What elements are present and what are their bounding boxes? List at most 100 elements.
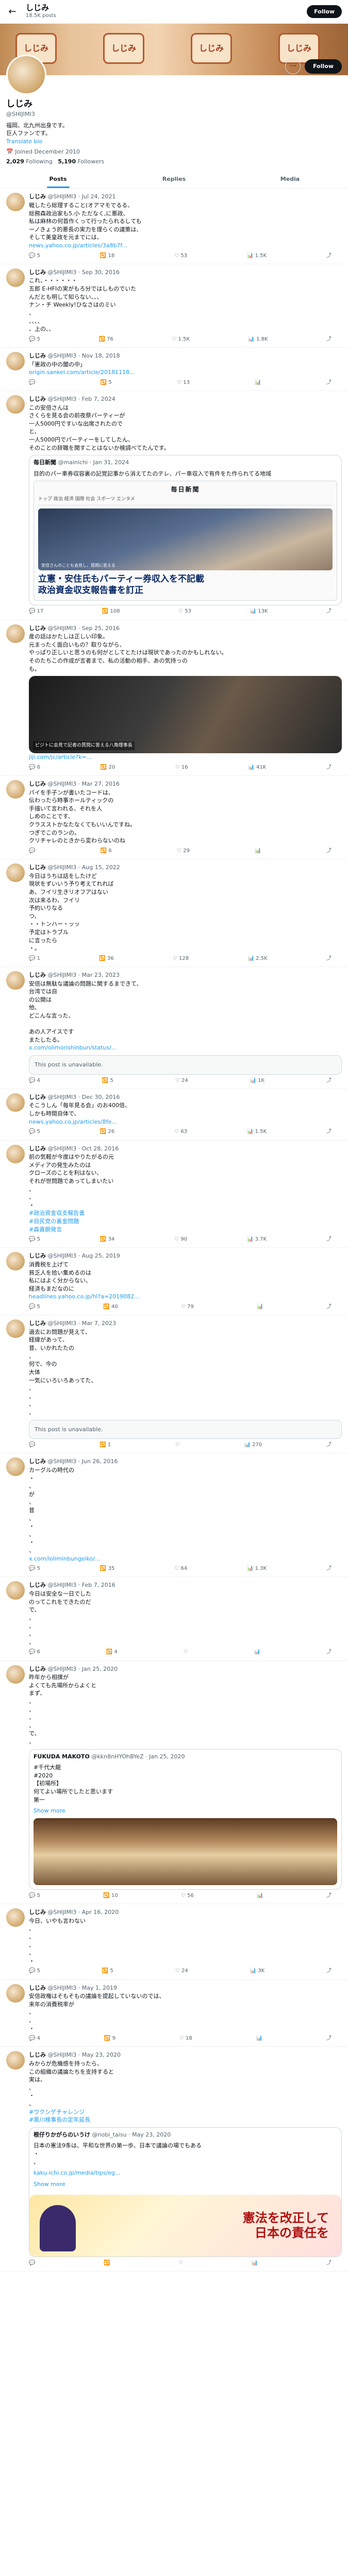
translate-bio-link[interactable]: Translate bio	[6, 138, 342, 146]
tweet-image[interactable]: ピジトに会見で記者の質問に答える八角理事長	[29, 676, 342, 754]
tweet-author-name[interactable]: しじみ	[29, 2052, 46, 2058]
tweet-avatar[interactable]	[6, 971, 25, 990]
views-action[interactable]: 📊 13K	[250, 608, 268, 615]
retweet-action[interactable]: 🔁 40	[103, 1303, 118, 1311]
retweet-action[interactable]: 🔁 108	[102, 608, 120, 615]
tweet-date[interactable]: Aug 15, 2022	[82, 864, 120, 871]
tweet-author-name[interactable]: しじみ	[29, 1458, 46, 1465]
views-action[interactable]: 📊	[252, 2260, 258, 2267]
reply-action[interactable]: 💬 5	[29, 336, 40, 343]
reply-action[interactable]: 💬	[29, 1442, 35, 1449]
share-icon[interactable]: ⤴	[326, 1303, 332, 1311]
reply-action[interactable]: 💬	[29, 848, 35, 855]
arrow-left-icon[interactable]: ←	[6, 5, 19, 19]
tweet-avatar[interactable]	[6, 395, 25, 414]
tweet-author-name[interactable]: しじみ	[29, 864, 46, 871]
reply-action[interactable]: 💬 5	[29, 1892, 40, 1900]
tweet-author-handle[interactable]: @SHIJIMI3	[48, 1252, 77, 1259]
tweet-author-handle[interactable]: @SHIJIMI3	[48, 269, 77, 276]
tweet-avatar[interactable]	[6, 1458, 25, 1477]
like-action[interactable]: ♡ 128	[173, 955, 189, 962]
followers-label[interactable]: Followers	[78, 158, 105, 165]
tweet-avatar[interactable]	[6, 351, 25, 370]
views-action[interactable]: 📊 1.3K	[247, 1565, 267, 1572]
retweet-action[interactable]: 🔁 5	[102, 1077, 113, 1084]
tweet-avatar[interactable]	[6, 1093, 25, 1112]
views-action[interactable]: 📊	[255, 379, 261, 386]
like-action[interactable]: ♡ 24	[175, 1077, 188, 1084]
tweet-avatar[interactable]	[6, 863, 25, 883]
tweet[interactable]: しじみ @SHIJIMI3 · Mar 23, 2023 安倍は無駄な議論の問題に…	[0, 967, 348, 1089]
reply-action[interactable]: 💬 4	[29, 1077, 40, 1084]
tweet-hashtags[interactable]: #政治資金収支報告書 #自民党の裏金問題 #森喜朗発言	[29, 1209, 342, 1233]
quoted-tweet[interactable]: 毎日新聞 @mainichi · Jan 31, 2024 目的のパー車券収容裏の…	[29, 455, 342, 606]
tweet-author-handle[interactable]: @SHIJIMI3	[48, 1666, 77, 1672]
share-icon[interactable]: ⤴	[326, 955, 332, 962]
tweet-date[interactable]: Jul 24, 2021	[82, 193, 116, 200]
tweet-author-name[interactable]: しじみ	[29, 1252, 46, 1259]
like-action[interactable]: ♡ 64	[174, 1565, 187, 1572]
share-icon[interactable]: ⤴	[326, 2260, 332, 2267]
tweet-date[interactable]: Apr 16, 2020	[82, 1909, 119, 1916]
followers-count[interactable]: 5,190	[58, 158, 76, 165]
tweet-author-name[interactable]: しじみ	[29, 269, 46, 276]
tab-replies[interactable]: Replies	[116, 170, 232, 189]
retweet-action[interactable]: 🔁 18	[100, 252, 114, 260]
tweet-author-handle[interactable]: @SHIJIMI3	[48, 625, 77, 632]
tweet-avatar[interactable]	[6, 780, 25, 799]
retweet-action[interactable]: 🔁 20	[101, 764, 115, 771]
tweet[interactable]: しじみ @SHIJIMI3 · Jul 24, 2021 戦したら総理すること(オ…	[0, 189, 348, 264]
views-action[interactable]: 📊 1.5K	[247, 252, 267, 260]
tweet[interactable]: しじみ @SHIJIMI3 · Sep 30, 2016 これ、・・・・・・ 五郎…	[0, 264, 348, 348]
tweet-avatar[interactable]	[6, 1665, 25, 1684]
views-action[interactable]: 📊	[256, 2035, 262, 2042]
show-more-link[interactable]: Show more	[29, 2180, 341, 2192]
like-action[interactable]: ♡	[178, 2260, 183, 2267]
like-action[interactable]: ♡ 53	[178, 608, 191, 615]
retweet-action[interactable]: 🔁 35	[100, 1565, 114, 1572]
quoted-link[interactable]: kaku-ichi.co.jp/media/tips/eg...	[29, 2169, 341, 2180]
tweet-avatar[interactable]	[6, 624, 25, 643]
tweet-link[interactable]: news.yahoo.co.jp/articles/3a8b7f...	[29, 242, 342, 250]
reply-action[interactable]: 💬 6	[29, 764, 40, 771]
tweet-avatar[interactable]	[6, 268, 25, 287]
views-action[interactable]: 📊	[257, 1303, 263, 1311]
share-icon[interactable]: ⤴	[326, 379, 332, 386]
following-count[interactable]: 2,029	[6, 158, 24, 165]
tweet-link[interactable]: jiji.com/jc/article?k=...	[29, 753, 342, 761]
tweet-date[interactable]: Jan 25, 2020	[82, 1666, 118, 1672]
quoted-tweet[interactable]: FUKUDA MAKOTO @kkn8nHYOhBYeZ · Jan 25, 2…	[29, 1749, 342, 1890]
tweet-author-handle[interactable]: @SHIJIMI3	[48, 1145, 77, 1152]
tweet-author-name[interactable]: しじみ	[29, 625, 46, 632]
tweet-author-handle[interactable]: @SHIJIMI3	[48, 864, 77, 871]
like-action[interactable]: ♡ 1.5K	[172, 336, 190, 343]
tweet-author-name[interactable]: しじみ	[29, 1909, 46, 1916]
reply-action[interactable]: 💬 5	[29, 1236, 40, 1243]
tweet-link[interactable]: news.yahoo.co.jp/articles/8fe...	[29, 1118, 342, 1126]
tweet-author-name[interactable]: しじみ	[29, 396, 46, 402]
tweet-author-handle[interactable]: @SHIJIMI3	[48, 1909, 77, 1916]
share-icon[interactable]: ⤴	[326, 1968, 332, 1975]
share-icon[interactable]: ⤴	[326, 1077, 332, 1084]
tweet-hashtags[interactable]: #ウクシゲチャレンジ #黒川検事長の定年延長	[29, 2108, 342, 2124]
views-action[interactable]: 📊 1K	[250, 1077, 265, 1084]
retweet-action[interactable]: 🔁 4	[106, 1649, 118, 1656]
tweet[interactable]: しじみ @SHIJIMI3 · May 23, 2020 みからが危機感を持ったら…	[0, 2047, 348, 2272]
retweet-action[interactable]: 🔁 9	[104, 2035, 115, 2042]
tweet[interactable]: しじみ @SHIJIMI3 · Nov 18, 2018 「憲政の中の闇の中」 or…	[0, 348, 348, 391]
tweet-date[interactable]: Oct 28, 2016	[82, 1145, 119, 1152]
tweet-date[interactable]: May 1, 2019	[82, 1985, 117, 1991]
tweet-date[interactable]: Mar 27, 2016	[82, 781, 120, 787]
like-action[interactable]: ♡ 29	[177, 848, 190, 855]
tweet-author-handle[interactable]: @SHIJIMI3	[48, 193, 77, 200]
tweet-avatar[interactable]	[6, 193, 25, 212]
tweet-date[interactable]: Mar 7, 2023	[82, 1320, 116, 1327]
tweet-date[interactable]: Nov 18, 2018	[82, 352, 120, 359]
retweet-action[interactable]: 🔁 34	[100, 1236, 114, 1243]
tweet[interactable]: しじみ @SHIJIMI3 · Feb 7, 2016 今日は安全な一日でした の…	[0, 1577, 348, 1661]
tweet-author-handle[interactable]: @SHIJIMI3	[48, 396, 77, 402]
tweet[interactable]: しじみ @SHIJIMI3 · Sep 25, 2016 産の話はかたしは正しい印…	[0, 620, 348, 776]
reply-action[interactable]: 💬 5	[29, 1968, 40, 1975]
like-action[interactable]: ♡ 18	[179, 2035, 192, 2042]
quoted-tweet[interactable]: 根仔りかがらのいうけ @nobi_taisu · May 23, 2020 日本の…	[29, 2127, 342, 2257]
